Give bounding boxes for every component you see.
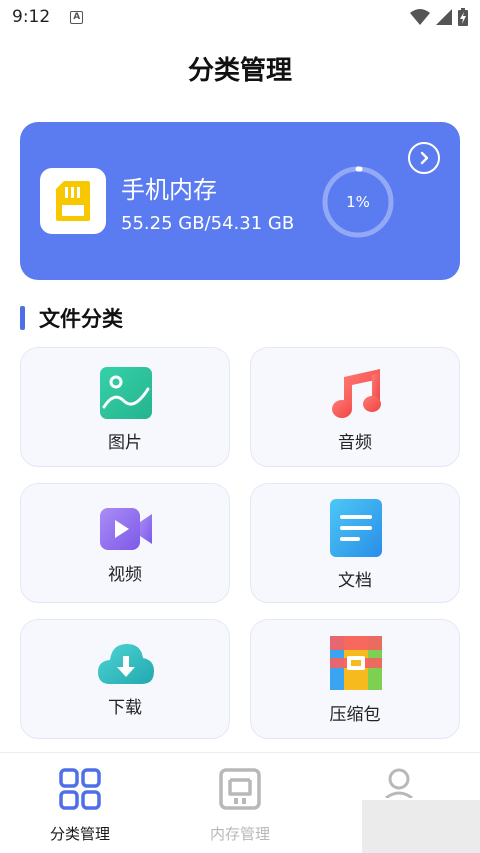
category-label: 文档 — [338, 571, 372, 591]
music-note-icon — [332, 369, 381, 418]
storage-icon — [219, 768, 261, 810]
status-time: 9:12 — [12, 7, 51, 27]
section-header: 文件分类 — [20, 303, 123, 333]
category-archive[interactable]: 压缩包 — [250, 619, 460, 739]
category-label: 图片 — [108, 433, 142, 453]
wifi-icon — [410, 9, 430, 25]
storage-card[interactable]: 手机内存 55.25 GB/54.31 GB 1% — [20, 122, 460, 280]
storage-size: 55.25 GB/54.31 GB — [121, 213, 295, 234]
category-label: 压缩包 — [329, 705, 381, 725]
section-title: 文件分类 — [39, 307, 123, 331]
category-video[interactable]: 视频 — [20, 483, 230, 603]
category-label: 视频 — [108, 565, 142, 585]
nav-label: 内存管理 — [209, 825, 270, 843]
signal-icon — [436, 9, 452, 25]
user-icon — [385, 768, 413, 798]
storage-name: 手机内存 — [121, 176, 217, 204]
document-icon — [330, 499, 382, 557]
sd-card-icon — [40, 168, 106, 234]
grid-icon — [59, 768, 101, 810]
nav-item-storage[interactable]: 内存管理 — [160, 760, 320, 850]
notification-icon: A — [70, 10, 84, 24]
overlay-patch — [362, 800, 480, 853]
category-label: 下载 — [108, 698, 142, 718]
archive-icon — [330, 636, 382, 690]
chevron-right-icon[interactable] — [408, 142, 440, 174]
nav-divider — [0, 752, 480, 753]
category-download[interactable]: 下载 — [20, 619, 230, 739]
status-bar: 9:12 A — [0, 0, 480, 34]
category-image[interactable]: 图片 — [20, 347, 230, 467]
nav-item-category[interactable]: 分类管理 — [0, 760, 160, 850]
cloud-download-icon — [98, 644, 154, 684]
category-label: 音频 — [338, 433, 372, 453]
battery-icon — [458, 8, 468, 26]
page-title: 分类管理 — [187, 56, 292, 86]
video-camera-icon — [100, 508, 152, 550]
category-document[interactable]: 文档 — [250, 483, 460, 603]
section-accent-bar — [20, 306, 25, 330]
nav-label: 分类管理 — [49, 825, 110, 843]
usage-percent: 1% — [346, 193, 370, 211]
status-icons — [410, 8, 468, 26]
category-audio[interactable]: 音频 — [250, 347, 460, 467]
image-icon — [100, 367, 152, 419]
